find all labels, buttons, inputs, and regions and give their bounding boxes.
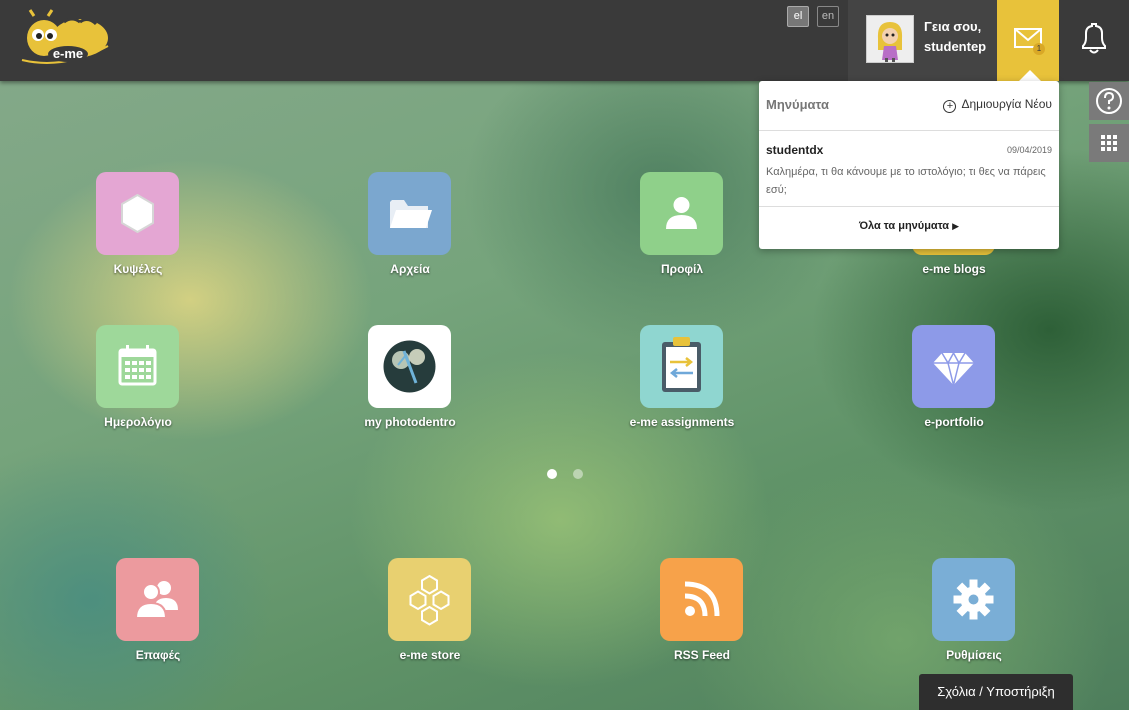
rss-icon [684, 581, 720, 617]
message-preview: Καλημέρα, τι θα κάνουμε με το ιστολόγιο;… [766, 166, 1046, 196]
contacts-icon [134, 581, 178, 619]
popup-arrow [1019, 70, 1041, 81]
user-greeting: Γεια σου, studentep [924, 17, 986, 57]
app-contacts[interactable] [116, 558, 199, 641]
app-label: Προφίλ [660, 262, 703, 276]
new-message-button[interactable]: + Δημιουργία Νέου [943, 97, 1052, 113]
diamond-icon [933, 351, 974, 386]
messages-button[interactable]: 1 [997, 0, 1059, 81]
envelope-icon [1014, 28, 1042, 48]
app-label: RSS Feed [673, 648, 730, 662]
app-label: e-portfolio [924, 415, 984, 429]
notifications-button[interactable] [1059, 0, 1129, 81]
divider [759, 206, 1059, 207]
app-calendar[interactable] [96, 325, 179, 408]
calendar-icon [118, 345, 157, 386]
messages-popup: Μηνύματα + Δημιουργία Νέου studentdx 09/0… [759, 81, 1059, 249]
app-kypseles[interactable] [96, 172, 179, 255]
app-label: Αρχεία [390, 262, 430, 276]
apps-grid-button[interactable] [1089, 124, 1129, 162]
all-messages-label: Όλα τα μηνύματα [858, 220, 950, 232]
play-arrow-icon: ▶ [952, 221, 960, 231]
app-label: Κυψέλες [113, 262, 163, 276]
app-label: my photodentro [364, 415, 456, 429]
question-icon [1096, 88, 1122, 114]
app-label: e-me blogs [922, 262, 986, 276]
app-files[interactable] [368, 172, 451, 255]
app-settings[interactable] [932, 558, 1015, 641]
grid-icon [1101, 135, 1117, 151]
message-date: 09/04/2019 [1006, 145, 1052, 155]
language-el-button[interactable]: el [787, 6, 809, 27]
language-en-button[interactable]: en [817, 6, 839, 27]
username: studentep [924, 39, 987, 54]
folder-icon [390, 200, 432, 228]
gear-icon [953, 579, 994, 620]
honeycomb-icon [409, 574, 450, 626]
logo-text: e-me [53, 46, 83, 61]
app-profile[interactable] [640, 172, 723, 255]
app-label: e-me assignments [629, 415, 735, 429]
app-e-portfolio[interactable] [912, 325, 995, 408]
app-eme-assignments[interactable] [640, 325, 723, 408]
top-bar: e-me el en Γεια σου, studentep 1 [0, 0, 1129, 81]
divider [759, 130, 1059, 131]
user-icon [666, 197, 697, 229]
app-label: Ρυθμίσεις [946, 648, 1002, 662]
feedback-support-button[interactable]: Σχόλια / Υποστήριξη [919, 674, 1073, 710]
greeting-line: Γεια σου, [924, 19, 982, 34]
app-label: Επαφές [135, 648, 181, 662]
app-eme-store[interactable] [388, 558, 471, 641]
help-button[interactable] [1089, 82, 1129, 120]
bell-icon [1082, 23, 1106, 54]
plus-circle-icon: + [943, 100, 957, 113]
app-label: e-me store [399, 648, 461, 662]
app-rss-feed[interactable] [660, 558, 743, 641]
clipboard-icon [662, 337, 701, 392]
avatar[interactable] [866, 15, 914, 63]
hexagon-icon [121, 194, 154, 233]
page-dot-2[interactable] [573, 469, 583, 479]
app-my-photodentro[interactable] [368, 325, 451, 408]
app-label: Ημερολόγιο [104, 415, 172, 429]
popup-title: Μηνύματα [766, 97, 829, 112]
e-me-logo[interactable]: e-me [14, 8, 114, 70]
all-messages-link[interactable]: Όλα τα μηνύματα ▶ [759, 220, 1059, 232]
user-menu[interactable]: Γεια σου, studentep [848, 0, 997, 81]
new-message-label: Δημιουργία Νέου [961, 97, 1052, 111]
photodentro-icon [383, 340, 436, 393]
page-dot-1[interactable] [547, 469, 557, 479]
unread-messages-badge: 1 [1033, 43, 1045, 55]
message-sender: studentdx [766, 143, 824, 157]
